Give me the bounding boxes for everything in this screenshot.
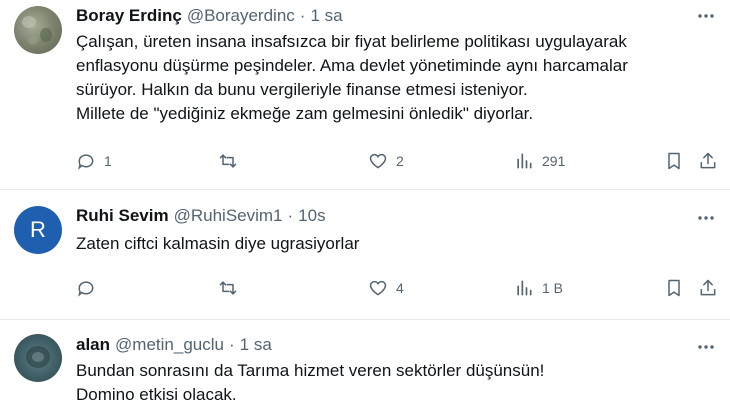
reply-button[interactable]: 1 [76,149,112,173]
view-count: 1 B [542,280,564,296]
share-icon [700,152,716,169]
avatar-texture [28,36,38,45]
avatar[interactable] [14,6,62,54]
reply-button[interactable] [76,276,96,300]
retweet-icon [219,281,237,295]
display-name[interactable]: Ruhi Sevim [76,206,169,226]
user-handle[interactable]: @Borayerdinc [187,6,295,26]
tweet-text-line: Millete de "yediğiniz ekmeğe zam gelmesi… [76,104,534,123]
views-icon [517,153,532,169]
like-button[interactable]: 2 [368,149,404,173]
more-icon [698,216,714,220]
reply-icon [78,281,94,297]
tweet-actions: 4 1 B [76,276,716,300]
share-button[interactable] [698,276,718,300]
avatar[interactable] [14,334,62,382]
tweet-text: Bundan sonrasını da Tarıma hizmet veren … [76,359,716,407]
share-button[interactable] [698,149,718,173]
separator-dot: · [228,335,235,354]
bookmark-button[interactable] [664,149,684,173]
retweet-button[interactable] [218,276,238,300]
tweet-actions: 1 2 291 [76,149,716,173]
timestamp[interactable]: 1 sa [310,6,342,26]
avatar-letter: R [30,217,46,242]
like-count: 4 [396,280,404,296]
more-options-button[interactable] [694,206,718,230]
reply-count: 1 [104,153,112,169]
bookmark-button[interactable] [664,276,684,300]
bookmark-icon [668,279,680,297]
separator-dot: · [287,206,294,225]
like-count: 2 [396,153,404,169]
more-options-button[interactable] [694,335,718,359]
like-button[interactable]: 4 [368,276,404,300]
tweet[interactable]: R Ruhi Sevim @RuhiSevim1 · 10s Zaten cif… [0,190,730,320]
tweet[interactable]: alan @metin_guclu · 1 sa Bundan sonrasın… [0,320,730,420]
bookmark-icon [668,152,680,170]
user-handle[interactable]: @RuhiSevim1 [174,206,283,226]
more-options-button[interactable] [694,4,718,28]
display-name[interactable]: Boray Erdinç [76,6,182,26]
like-icon [369,153,387,169]
views-button[interactable]: 1 B [514,276,563,300]
share-icon [700,279,716,296]
reply-icon [78,154,94,170]
tweet-text-line: Çalışan, üreten insana insafsızca bir fi… [76,32,627,51]
tweet-text-line: sürüyor. Halkın da bunu vergileriyle fin… [76,80,528,99]
avatar[interactable]: R [14,206,62,254]
tweet-header: alan @metin_guclu · 1 sa [76,333,272,357]
tweet-text: Çalışan, üreten insana insafsızca bir fi… [76,30,716,126]
tweet-text: Zaten ciftci kalmasin diye ugrasiyorlar [76,232,716,256]
timestamp[interactable]: 1 sa [240,335,272,355]
tweet-text-line: Zaten ciftci kalmasin diye ugrasiyorlar [76,234,360,253]
views-button[interactable]: 291 [514,149,565,173]
avatar-texture [40,28,52,42]
tweet[interactable]: Boray Erdinç @Borayerdinc · 1 sa Çalışan… [0,0,730,190]
like-icon [369,280,387,296]
retweet-icon [219,154,237,168]
retweet-button[interactable] [218,149,238,173]
avatar-texture [22,16,36,28]
user-handle[interactable]: @metin_guclu [115,335,224,355]
tweet-text-line: Bundan sonrasını da Tarıma hizmet veren … [76,361,545,380]
tweet-header: Boray Erdinç @Borayerdinc · 1 sa [76,4,343,28]
more-icon [698,345,714,349]
avatar-texture [32,352,44,362]
tweet-header: Ruhi Sevim @RuhiSevim1 · 10s [76,204,326,228]
tweet-text-line: Domino etkisi olacak. [76,385,237,404]
view-count: 291 [542,153,566,169]
separator-dot: · [299,6,306,25]
timestamp[interactable]: 10s [298,206,325,226]
more-icon [698,14,714,18]
display-name[interactable]: alan [76,335,110,355]
views-icon [517,280,532,296]
tweet-text-line: enflasyonu düşürme peşindeler. Ama devle… [76,56,628,75]
